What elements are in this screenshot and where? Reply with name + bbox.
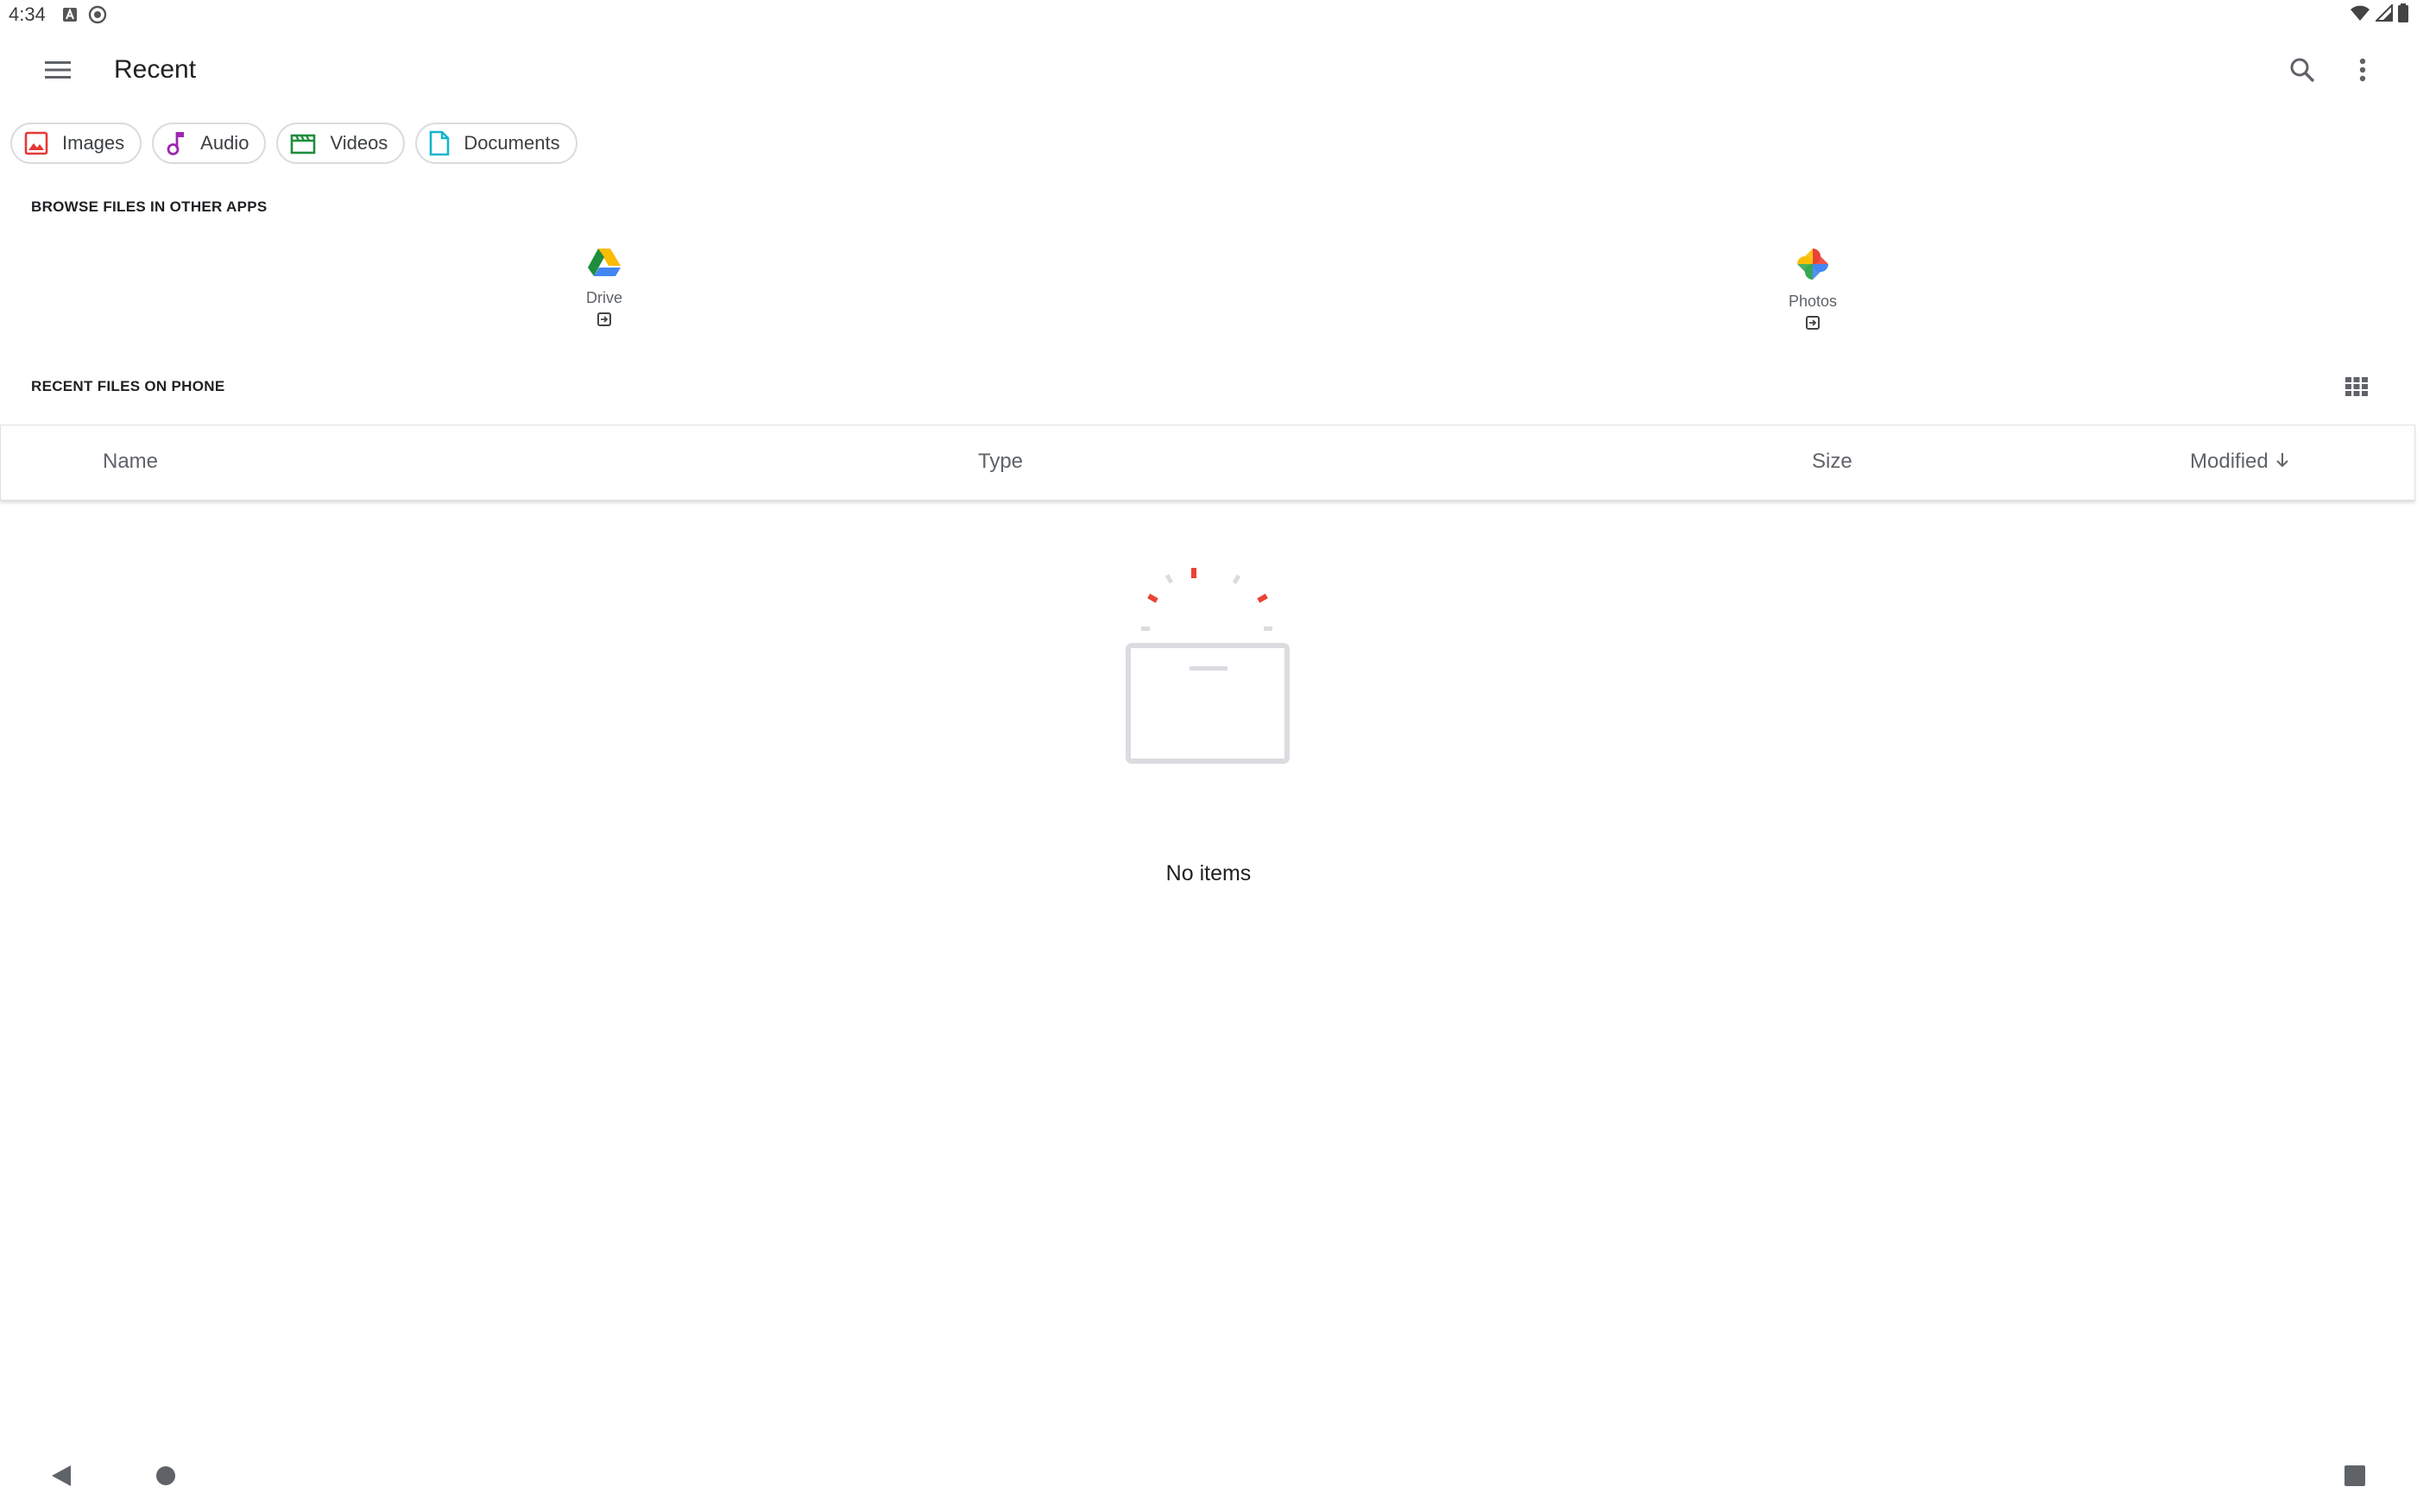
status-icons-right (2350, 3, 2408, 27)
hamburger-menu-icon (45, 60, 71, 84)
filter-chip-label: Images (62, 132, 125, 154)
recent-files-heading: RECENT FILES ON PHONE (31, 378, 225, 394)
document-icon (429, 130, 450, 156)
status-icons-left (62, 5, 107, 28)
browse-apps-heading: BROWSE FILES IN OTHER APPS (31, 198, 268, 215)
movie-icon (290, 132, 316, 154)
status-time: 4:34 (9, 3, 46, 25)
filter-chip-label: Documents (464, 132, 560, 154)
empty-box-illustration (1115, 561, 1302, 772)
home-circle-icon (155, 1466, 176, 1490)
google-drive-icon (587, 247, 622, 282)
wifi-icon (2350, 4, 2370, 26)
file-table-header: Name Type Size Modified (0, 425, 2415, 501)
column-header-size[interactable]: Size (1812, 450, 1852, 474)
back-triangle-icon (50, 1465, 73, 1491)
empty-state-message: No items (1165, 861, 1252, 885)
app-label: Drive (585, 289, 622, 306)
filter-chip-audio[interactable]: Audio (152, 123, 267, 164)
cell-signal-icon (2374, 3, 2393, 26)
more-options-button[interactable] (2339, 48, 2386, 95)
arrow-down-icon (2275, 450, 2289, 474)
filter-chip-label: Audio (200, 132, 249, 154)
column-header-type[interactable]: Type (978, 450, 1023, 474)
column-header-name[interactable]: Name (103, 450, 158, 474)
filter-chip-videos[interactable]: Videos (276, 123, 406, 164)
page-title: Recent (114, 55, 197, 84)
music-note-icon (166, 130, 186, 156)
more-vert-icon (2359, 58, 2366, 86)
navigation-menu-button[interactable] (35, 48, 81, 95)
google-photos-icon (1795, 247, 1830, 286)
open-external-icon (1806, 316, 1820, 334)
sync-circle-icon (88, 5, 107, 28)
battery-icon (2398, 3, 2408, 27)
filter-chip-images[interactable]: Images (10, 123, 142, 164)
column-header-modified-label: Modified (2190, 450, 2269, 473)
app-tile-drive[interactable]: Drive (535, 247, 673, 331)
column-header-modified[interactable]: Modified (2190, 450, 2289, 474)
nav-home-button[interactable] (155, 1465, 176, 1490)
filter-chips: Images Audio Videos Documents (10, 123, 577, 164)
app-tile-photos[interactable]: Photos (1744, 247, 1882, 334)
filter-chip-documents[interactable]: Documents (415, 123, 577, 164)
filter-chip-label: Videos (330, 132, 388, 154)
app-label: Photos (1788, 293, 1838, 310)
nav-back-button[interactable] (50, 1464, 73, 1492)
search-button[interactable] (2279, 48, 2325, 95)
nav-recents-button[interactable] (2344, 1465, 2365, 1490)
recents-square-icon (2344, 1465, 2365, 1490)
grid-view-icon (2345, 376, 2368, 400)
search-icon (2289, 57, 2315, 87)
grid-view-toggle[interactable] (2341, 373, 2372, 404)
open-external-icon (597, 312, 611, 331)
notification-a-icon (62, 7, 78, 27)
image-icon (24, 131, 48, 155)
